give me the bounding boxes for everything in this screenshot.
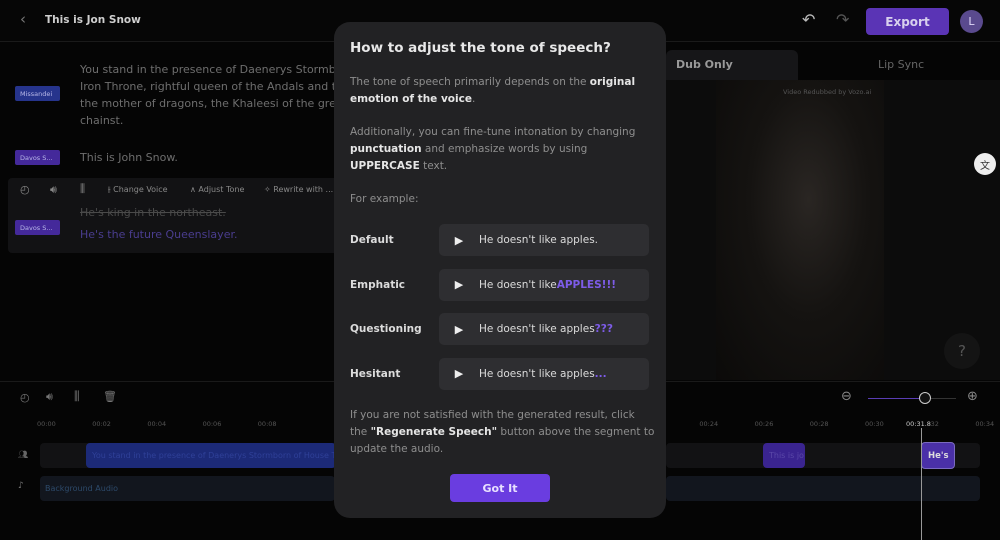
- redo-icon[interactable]: ↷: [836, 10, 849, 29]
- text-line: the mother of dragons, the Khaleesi of t…: [80, 97, 335, 110]
- label: Rewrite with ...: [273, 185, 334, 194]
- back-chevron-icon[interactable]: ‹: [20, 10, 26, 28]
- segment-text[interactable]: You stand in the presence of Daenerys St…: [80, 61, 335, 129]
- background-audio-track[interactable]: Background Audio: [40, 476, 335, 501]
- example-highlight: APPLES!!!: [556, 278, 617, 291]
- tab-dub-only[interactable]: Dub Only: [666, 50, 798, 80]
- speaker-tag[interactable]: Missandei: [15, 86, 60, 101]
- voice-track-icon: 👥︎: [18, 450, 29, 459]
- tick-label: 00:28: [809, 420, 829, 428]
- t: "Regenerate Speech": [370, 426, 498, 438]
- watermark: Video Redubbed by Vozo.ai: [783, 88, 872, 96]
- play-icon: ▶: [454, 367, 464, 380]
- example-play-button[interactable]: ▶ He doesn't like apples...: [439, 357, 649, 390]
- dialog-title: How to adjust the tone of speech?: [350, 40, 611, 56]
- for-example: For example:: [350, 193, 419, 205]
- t: The tone of speech primarily depends on …: [350, 76, 590, 88]
- paragraph: If you are not satisfied with the genera…: [350, 407, 655, 458]
- play-icon: ▶: [454, 233, 464, 247]
- translate-icon[interactable]: 文: [974, 153, 996, 175]
- example-highlight: ...: [594, 367, 607, 380]
- change-voice-button[interactable]: ⫲ Change Voice: [108, 185, 168, 195]
- tick-label: 00:00: [37, 420, 56, 428]
- music-note-icon: ♪: [18, 481, 24, 491]
- speed-icon[interactable]: ◴: [20, 183, 30, 196]
- export-button[interactable]: Export: [866, 8, 949, 35]
- example-text: He doesn't like: [479, 278, 557, 291]
- tick-label: 00:24: [699, 420, 719, 428]
- tick-label: 00:02: [92, 420, 111, 428]
- example-label: Hesitant: [350, 367, 401, 380]
- equalizer-icon[interactable]: ⫼: [74, 389, 80, 404]
- example-highlight: ???: [594, 323, 613, 335]
- play-icon: ▶: [454, 278, 464, 291]
- segment-text[interactable]: This is John Snow.: [80, 149, 178, 166]
- t: .: [471, 93, 476, 105]
- tab-lip-sync[interactable]: Lip Sync: [878, 58, 924, 71]
- label: Change Voice: [113, 185, 168, 194]
- example-text: He doesn't like apples: [479, 323, 595, 335]
- example-play-button[interactable]: ▶ He doesn't like apples???: [439, 313, 649, 345]
- tick-label: 00:08: [257, 420, 277, 428]
- zoom-in-icon[interactable]: ⊕: [967, 389, 978, 404]
- rewrite-button[interactable]: ✧ Rewrite with ...: [264, 185, 336, 194]
- example-text: He doesn't like apples: [479, 367, 595, 380]
- original-text: He's king in the northeast.: [80, 206, 226, 219]
- text-line: Iron Throne, rightful queen of the Andal…: [80, 80, 335, 93]
- zoom-slider-fill: [868, 398, 926, 399]
- speaker-tag[interactable]: Davos S...: [15, 220, 60, 235]
- undo-icon[interactable]: ↶: [802, 10, 815, 29]
- paragraph: Additionally, you can fine-tune intonati…: [350, 124, 655, 175]
- got-it-button[interactable]: Got It: [450, 474, 550, 502]
- avatar[interactable]: L: [960, 10, 983, 33]
- tick-label: 00:34: [975, 420, 995, 428]
- project-title: This is Jon Snow: [45, 14, 141, 26]
- play-icon: ▶: [454, 322, 464, 336]
- example-label: Emphatic: [350, 278, 406, 291]
- speed-icon[interactable]: ◴: [20, 391, 30, 404]
- tone-help-dialog: How to adjust the tone of speech? The to…: [334, 22, 666, 518]
- video-player[interactable]: [716, 80, 884, 380]
- example-play-button[interactable]: ▶ He doesn't like APPLES!!!: [439, 268, 649, 301]
- timeline-clip[interactable]: This is jo: [763, 443, 805, 468]
- t: Additionally, you can fine-tune intonati…: [350, 126, 636, 138]
- example-play-button[interactable]: ▶ He doesn't like apples.: [439, 224, 649, 256]
- example-label: Default: [350, 234, 394, 246]
- tick-label: 00:04: [147, 420, 167, 428]
- tick-label: 00:06: [202, 420, 222, 428]
- volume-icon[interactable]: 🔊︎: [46, 390, 53, 404]
- zoom-out-icon[interactable]: ⊖: [841, 389, 852, 404]
- timeline-clip-selected[interactable]: He's: [921, 442, 955, 469]
- adjust-tone-button[interactable]: ∧ Adjust Tone: [190, 185, 244, 194]
- tick-label: 00:26: [754, 420, 774, 428]
- t: punctuation: [350, 143, 422, 155]
- paragraph: The tone of speech primarily depends on …: [350, 74, 655, 108]
- t: and emphasize words by using: [421, 143, 588, 155]
- volume-icon[interactable]: 🔊︎: [50, 183, 57, 197]
- magic-wand-icon: ✧: [264, 185, 274, 194]
- t: UPPERCASE: [350, 160, 420, 172]
- equalizer-icon[interactable]: ⫼: [80, 182, 85, 196]
- playhead[interactable]: [921, 428, 922, 540]
- zoom-slider-thumb[interactable]: [919, 392, 932, 404]
- tick-label: 00:30: [865, 420, 884, 428]
- timeline-clip[interactable]: You stand in the presence of Daenerys St…: [86, 443, 336, 468]
- example-label: Questioning: [350, 323, 422, 335]
- trash-icon[interactable]: 🗑︎: [103, 390, 117, 403]
- playhead-time: 00:31.8: [906, 420, 931, 428]
- tab-label: Dub Only: [676, 58, 733, 71]
- example-text: He doesn't like apples.: [479, 234, 598, 246]
- label: Adjust Tone: [198, 185, 245, 194]
- background-audio-track[interactable]: [666, 476, 980, 501]
- segment-text[interactable]: He's the future Queenslayer.: [80, 226, 237, 243]
- text-line: You stand in the presence of Daenerys St…: [80, 63, 335, 76]
- help-button[interactable]: ?: [944, 333, 980, 369]
- text-line: chainst.: [80, 114, 124, 127]
- t: text.: [419, 160, 448, 172]
- speaker-tag[interactable]: Davos S...: [15, 150, 60, 165]
